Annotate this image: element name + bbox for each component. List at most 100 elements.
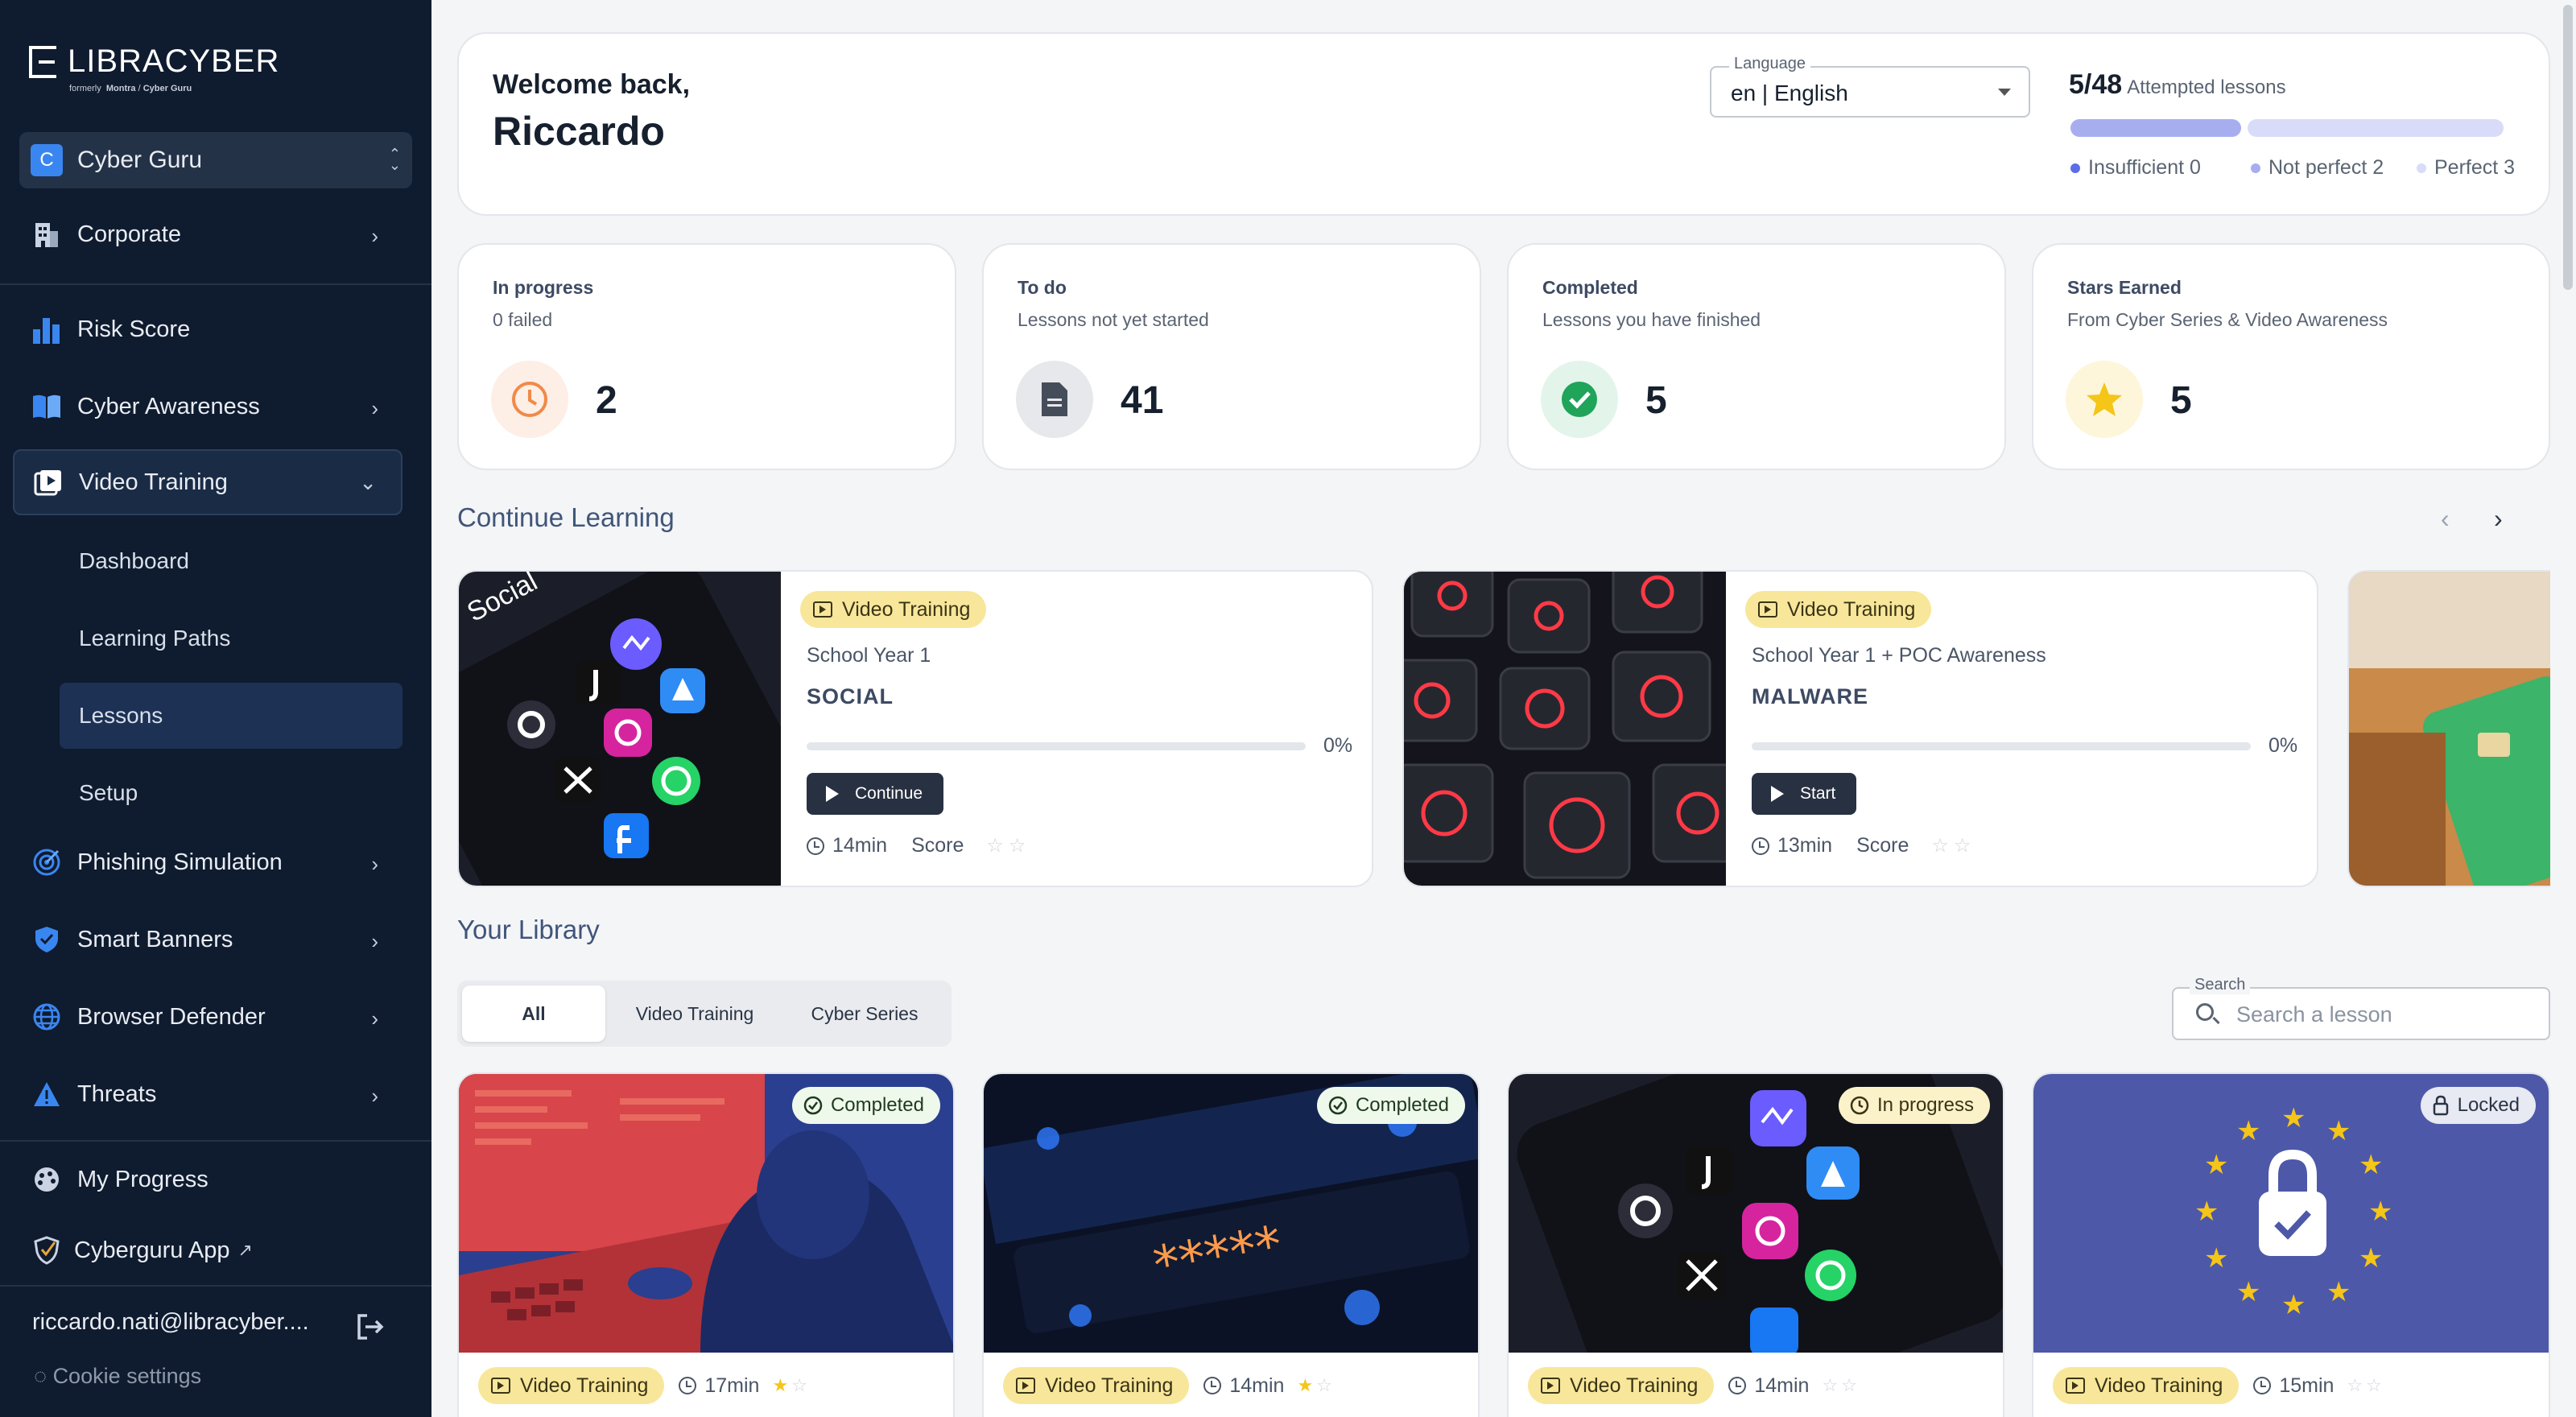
- stat-subtitle: 0 failed: [493, 309, 553, 330]
- document-icon: [1016, 361, 1093, 438]
- continue-card[interactable]: Video Training School Year 1 + POC Aware…: [1402, 570, 2318, 887]
- continue-card-partial[interactable]: [2347, 570, 2550, 887]
- status-label: Completed: [830, 1094, 924, 1116]
- nav-label: Threats: [77, 1080, 157, 1107]
- lesson-meta: 13min Score ☆☆: [1752, 834, 1975, 857]
- tab-video-training[interactable]: Video Training: [610, 985, 779, 1042]
- your-library-title: Your Library: [457, 915, 600, 944]
- nav-label: My Progress: [77, 1166, 208, 1192]
- chevron-right-icon: ›: [371, 852, 378, 876]
- score-label: Score: [1856, 834, 1909, 857]
- welcome-card: Welcome back, Riccardo Language en | Eng…: [457, 32, 2550, 216]
- subnav-dashboard[interactable]: Dashboard: [60, 528, 402, 594]
- book-icon: [31, 390, 63, 423]
- caret-down-icon: [1998, 89, 2011, 96]
- search-input[interactable]: [2236, 1000, 2534, 1029]
- cookie-settings-link[interactable]: ◌ Cookie settings: [34, 1364, 201, 1389]
- video-training-badge: Video Training: [1528, 1367, 1715, 1404]
- badge-label: Video Training: [842, 597, 971, 621]
- carousel-prev-button[interactable]: ‹: [2441, 504, 2450, 534]
- library-card[interactable]: ***** Completed Video Training 14min ★☆: [982, 1072, 1480, 1417]
- nav-cyber-awareness[interactable]: Cyber Awareness ›: [13, 374, 402, 440]
- subnav-lessons[interactable]: Lessons: [60, 683, 402, 749]
- attempted-lessons: 5/48 Attempted lessons: [2069, 69, 2286, 101]
- nav-label: Phishing Simulation: [77, 849, 283, 875]
- subnav-setup[interactable]: Setup: [60, 760, 402, 826]
- nav-phishing-simulation[interactable]: Phishing Simulation ›: [13, 829, 402, 895]
- lesson-progress-value: 0%: [1323, 734, 1353, 757]
- library-card[interactable]: In progress Video Training 14min ☆☆: [1507, 1072, 2004, 1417]
- attempted-label: Attempted lessons: [2127, 76, 2286, 98]
- nav-label: Corporate: [77, 221, 181, 247]
- language-select[interactable]: Language en | English: [1710, 55, 2030, 118]
- brand-name: LIBRACYBER: [68, 43, 280, 79]
- check-circle-icon: [803, 1096, 823, 1115]
- badge-label: Video Training: [2095, 1374, 2223, 1397]
- chevron-right-icon: ›: [371, 929, 378, 953]
- brand-logo[interactable]: LIBRACYBER: [29, 43, 279, 80]
- lesson-meta: Video Training 17min ★☆: [478, 1367, 811, 1404]
- nav-label: Smart Banners: [77, 926, 233, 952]
- badge-label: Video Training: [1045, 1374, 1174, 1397]
- external-link-icon: ↗: [237, 1240, 253, 1260]
- legend-dot: [2251, 163, 2260, 173]
- star-filled-icon: ★: [1297, 1375, 1317, 1395]
- tab-cyber-series[interactable]: Cyber Series: [782, 985, 947, 1042]
- nav-threats[interactable]: Threats ›: [13, 1061, 402, 1127]
- nav-my-progress[interactable]: My Progress: [13, 1146, 402, 1213]
- stat-value: 5: [2170, 379, 2192, 422]
- clock-icon: [679, 1377, 697, 1394]
- nav-label: Cyberguru App: [74, 1237, 230, 1263]
- legend-label: Perfect 3: [2434, 156, 2516, 179]
- lesson-duration: 14min: [1754, 1374, 1810, 1397]
- score-stars: ☆☆: [2347, 1375, 2385, 1395]
- continue-card[interactable]: Social Video Training School Year 1 SOCI…: [457, 570, 1373, 887]
- scrollbar[interactable]: [2563, 5, 2573, 290]
- nav-corporate[interactable]: Corporate ›: [13, 201, 402, 267]
- badge-label: Video Training: [1787, 597, 1916, 621]
- nav-video-training[interactable]: Video Training ⌄: [13, 449, 402, 515]
- svg-text:★: ★: [2359, 1149, 2383, 1181]
- tab-all[interactable]: All: [462, 985, 605, 1042]
- library-card[interactable]: Completed Video Training 17min ★☆: [457, 1072, 955, 1417]
- video-training-badge: Video Training: [478, 1367, 665, 1404]
- main-content: Welcome back, Riccardo Language en | Eng…: [431, 0, 2576, 1417]
- nav-divider: [0, 283, 431, 285]
- svg-text:★: ★: [2236, 1276, 2260, 1308]
- score-stars: ☆☆: [1931, 835, 1976, 857]
- stat-subtitle: From Cyber Series & Video Awareness: [2067, 309, 2388, 330]
- chevron-right-icon: ›: [371, 396, 378, 420]
- video-training-badge: Video Training: [800, 591, 987, 628]
- status-label: Completed: [1355, 1094, 1449, 1116]
- check-circle-icon: [1328, 1096, 1348, 1115]
- globe-icon: [31, 1001, 63, 1033]
- nav-cyberguru-app[interactable]: Cyberguru App ↗: [13, 1217, 402, 1283]
- continue-button[interactable]: Continue: [807, 773, 944, 815]
- subnav-label: Lessons: [79, 703, 163, 728]
- carousel-next-button[interactable]: ›: [2494, 504, 2503, 534]
- organization-switcher[interactable]: C Cyber Guru ⌃ ⌄: [19, 132, 412, 188]
- lesson-name: SOCIAL: [807, 684, 894, 708]
- subnav-label: Setup: [79, 780, 138, 805]
- badge-label: Video Training: [1570, 1374, 1699, 1397]
- lesson-meta: Video Training 14min ☆☆: [1528, 1367, 1860, 1404]
- start-button[interactable]: Start: [1752, 773, 1857, 815]
- lesson-school: School Year 1 + POC Awareness: [1752, 644, 2046, 667]
- nav-risk-score[interactable]: Risk Score: [13, 296, 402, 362]
- library-card[interactable]: ★ ★ ★ ★ ★ ★ ★ ★ ★ ★ ★ ★ Locked Video Tra…: [2032, 1072, 2550, 1417]
- subnav-label: Dashboard: [79, 548, 189, 573]
- legend-label: Not perfect 2: [2268, 156, 2384, 179]
- org-name: Cyber Guru: [77, 147, 203, 173]
- svg-text:★: ★: [2368, 1196, 2392, 1228]
- stat-title: Stars Earned: [2067, 277, 2182, 298]
- clock-icon: [2253, 1377, 2272, 1394]
- stat-card-to-do: To do Lessons not yet started 41: [982, 243, 1481, 470]
- lesson-duration: 15min: [2279, 1374, 2334, 1397]
- language-value: en | English: [1731, 81, 1848, 105]
- lesson-school: School Year 1: [807, 644, 931, 667]
- logout-icon[interactable]: [354, 1311, 390, 1346]
- nav-smart-banners[interactable]: Smart Banners ›: [13, 907, 402, 973]
- nav-browser-defender[interactable]: Browser Defender ›: [13, 984, 402, 1050]
- subnav-learning-paths[interactable]: Learning Paths: [60, 605, 402, 671]
- user-name: Riccardo: [493, 109, 665, 154]
